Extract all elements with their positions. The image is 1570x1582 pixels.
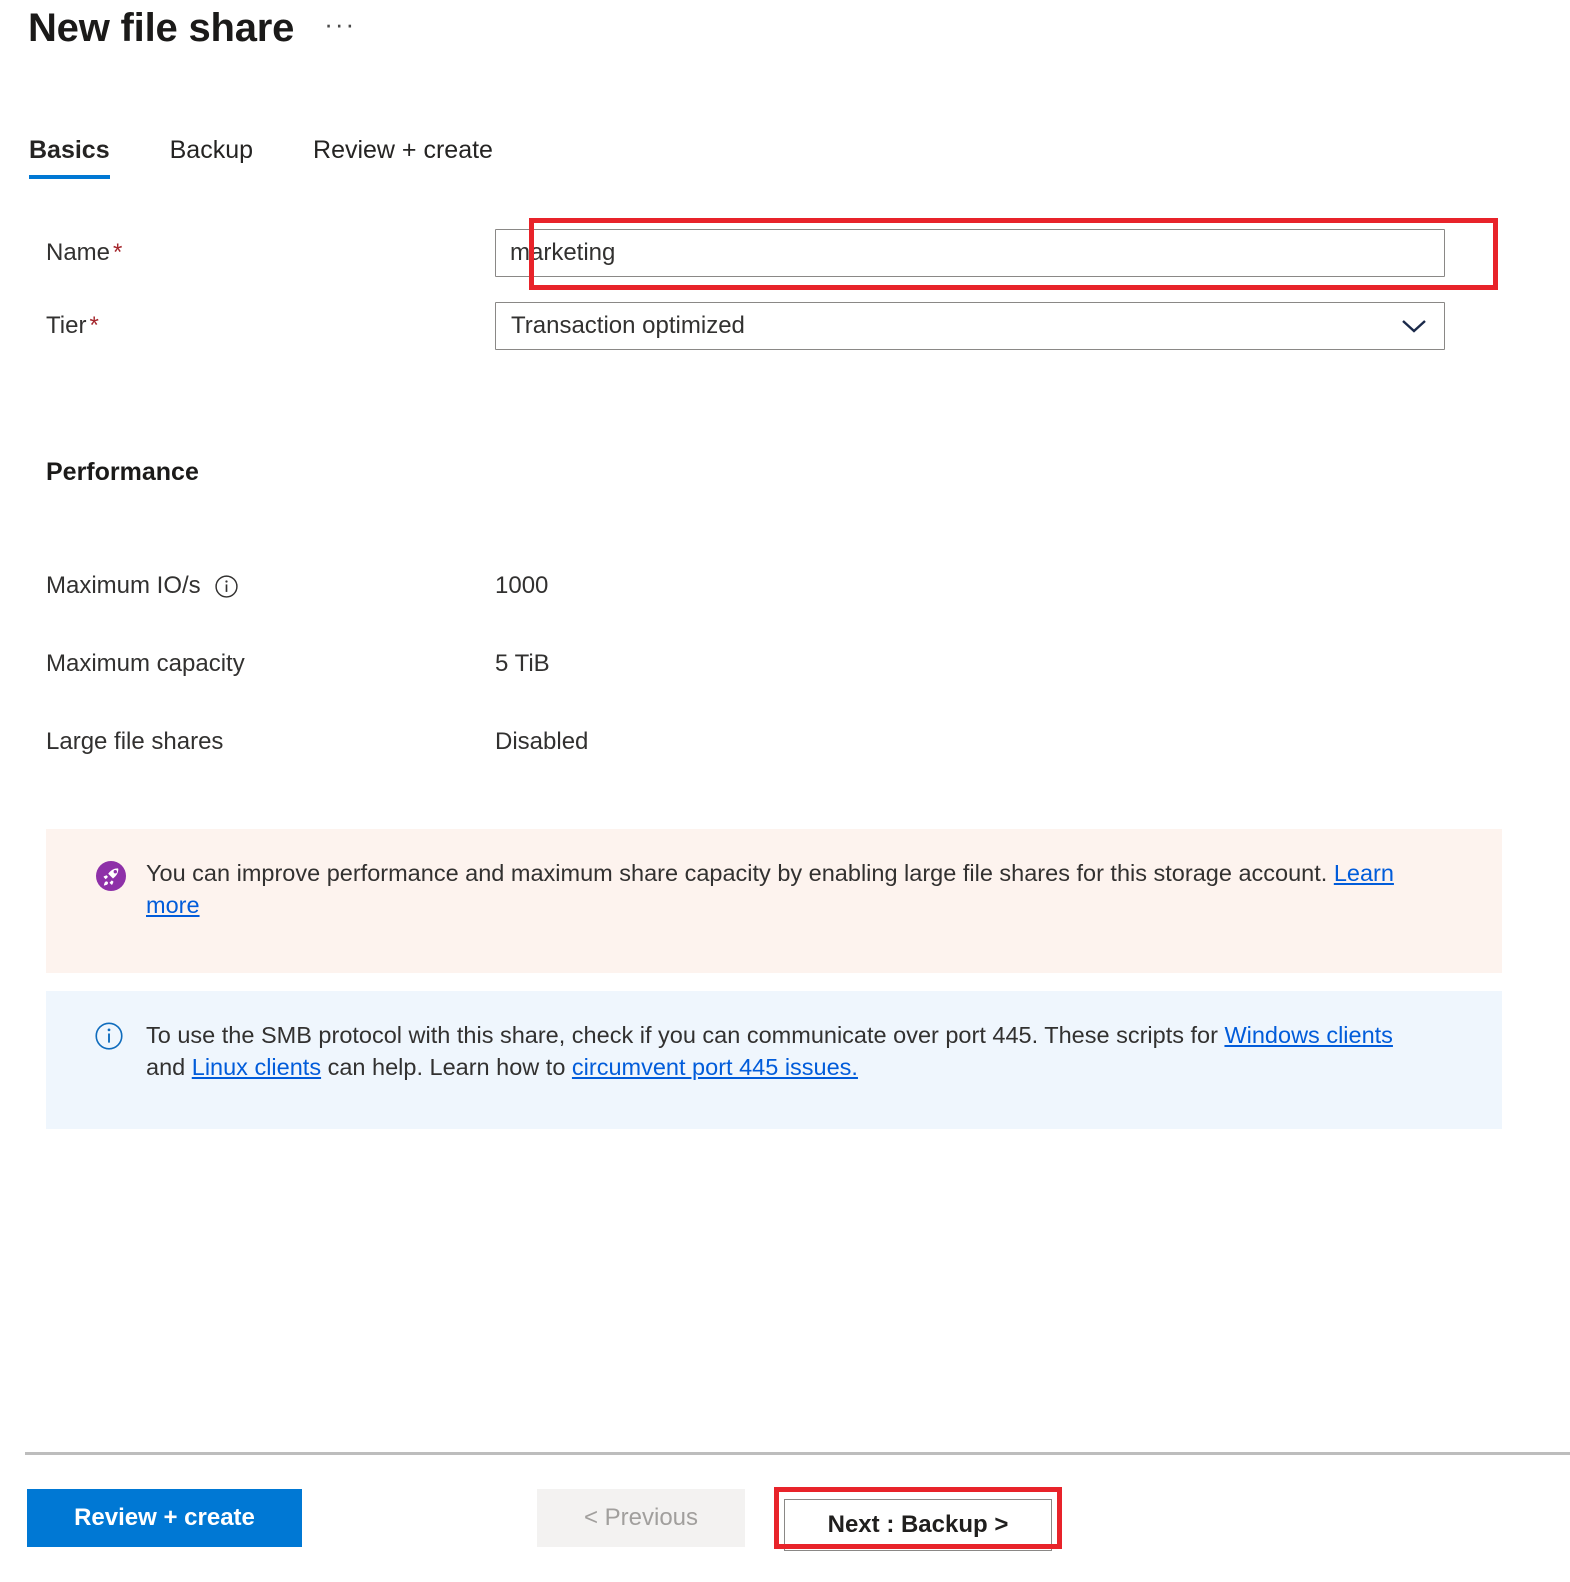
max-capacity-value: 5 TiB: [495, 650, 550, 677]
performance-tip-text-before: You can improve performance and maximum …: [146, 860, 1334, 886]
name-field-control: [495, 229, 1445, 277]
tab-review-create[interactable]: Review + create: [313, 136, 493, 179]
large-file-shares-label: Large file shares: [0, 728, 495, 756]
tier-dropdown[interactable]: Transaction optimized: [495, 302, 1445, 350]
max-iops-label-text: Maximum IO/s: [46, 572, 201, 599]
max-capacity-label-text: Maximum capacity: [46, 650, 245, 677]
smb-info-text: To use the SMB protocol with this share,…: [146, 1019, 1416, 1083]
performance-row-max-iops: Maximum IO/s 1000: [0, 566, 1570, 606]
basics-form: Name* Tier* Transaction optimized: [0, 222, 1570, 368]
name-input[interactable]: [495, 229, 1445, 277]
tier-label: Tier *: [0, 312, 495, 340]
tier-required-marker: *: [89, 312, 99, 339]
performance-row-large-file-shares: Large file shares Disabled: [0, 722, 1570, 762]
large-file-shares-value: Disabled: [495, 728, 589, 755]
next-backup-button[interactable]: Next : Backup >: [784, 1499, 1052, 1551]
tab-backup[interactable]: Backup: [170, 136, 253, 179]
performance-list: Maximum IO/s 1000 Maximum capacity 5 TiB…: [0, 566, 1570, 800]
tier-selected-value: Transaction optimized: [511, 312, 745, 339]
performance-tip-banner: You can improve performance and maximum …: [46, 829, 1502, 973]
page-title: New file share: [28, 6, 295, 50]
form-row-name: Name *: [0, 222, 1570, 284]
previous-button: < Previous: [537, 1489, 745, 1547]
footer-divider: [25, 1452, 1570, 1455]
windows-clients-link[interactable]: Windows clients: [1224, 1022, 1392, 1048]
max-iops-label: Maximum IO/s: [0, 572, 495, 600]
max-iops-value: 1000: [495, 572, 549, 599]
info-circle-icon: [94, 1021, 128, 1051]
circumvent-port-445-link[interactable]: circumvent port 445 issues.: [572, 1054, 858, 1080]
large-file-shares-label-text: Large file shares: [46, 728, 224, 755]
performance-row-max-capacity: Maximum capacity 5 TiB: [0, 644, 1570, 684]
page-header: New file share ···: [28, 4, 360, 52]
max-capacity-label: Maximum capacity: [0, 650, 495, 678]
rocket-icon: [94, 859, 128, 893]
tab-basics[interactable]: Basics: [29, 136, 110, 179]
smb-text-segment-2: and: [146, 1054, 192, 1080]
smb-text-segment-3: can help. Learn how to: [321, 1054, 572, 1080]
info-icon[interactable]: [214, 574, 239, 599]
linux-clients-link[interactable]: Linux clients: [192, 1054, 321, 1080]
tier-label-text: Tier: [46, 312, 87, 339]
performance-tip-text: You can improve performance and maximum …: [146, 857, 1416, 921]
performance-section-title: Performance: [46, 458, 199, 486]
form-row-tier: Tier * Transaction optimized: [0, 295, 1570, 357]
smb-info-banner: To use the SMB protocol with this share,…: [46, 991, 1502, 1129]
wizard-tab-bar: Basics Backup Review + create: [29, 136, 493, 179]
more-options-icon[interactable]: ···: [320, 5, 360, 51]
review-create-button[interactable]: Review + create: [27, 1489, 302, 1547]
tier-field-control: Transaction optimized: [495, 302, 1445, 350]
name-label: Name *: [0, 239, 495, 267]
chevron-down-icon: [1400, 317, 1428, 335]
smb-text-segment-1: To use the SMB protocol with this share,…: [146, 1022, 1225, 1048]
wizard-footer: Review + create < Previous Next : Backup…: [0, 1489, 1570, 1551]
name-required-marker: *: [113, 239, 123, 266]
name-label-text: Name: [46, 239, 111, 266]
